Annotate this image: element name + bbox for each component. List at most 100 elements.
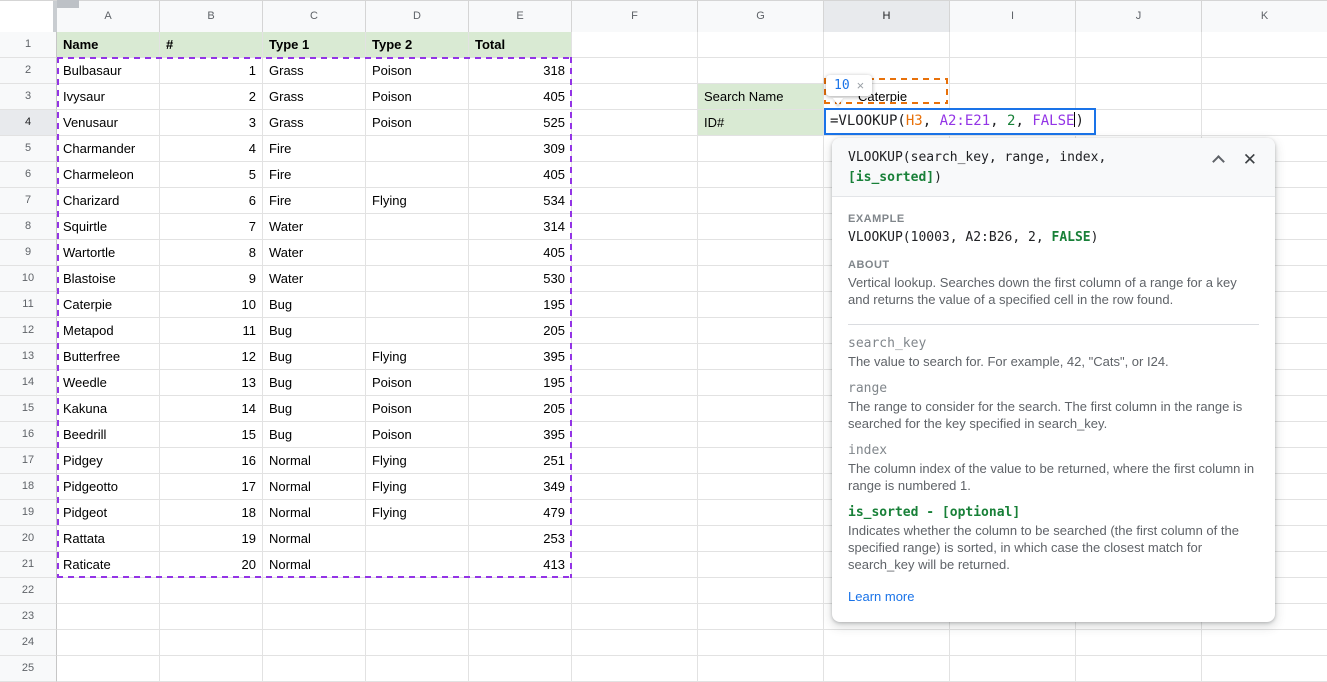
row-header-21[interactable]: 21	[0, 552, 57, 578]
cell-C21[interactable]: Normal	[263, 552, 366, 578]
cell-D2[interactable]: Poison	[366, 58, 469, 84]
cell-E11[interactable]: 195	[469, 292, 572, 318]
cell-B24[interactable]	[160, 630, 263, 656]
column-header-B[interactable]: B	[160, 1, 263, 32]
column-header-I[interactable]: I	[950, 1, 1076, 32]
cell-A14[interactable]: Weedle	[57, 370, 160, 396]
cell-F4[interactable]	[572, 110, 698, 136]
column-header-J[interactable]: J	[1076, 1, 1202, 32]
cell-F13[interactable]	[572, 344, 698, 370]
cell-D7[interactable]: Flying	[366, 188, 469, 214]
cell-D22[interactable]	[366, 578, 469, 604]
row-header-20[interactable]: 20	[0, 526, 57, 552]
cell-C8[interactable]: Water	[263, 214, 366, 240]
cell-B17[interactable]: 16	[160, 448, 263, 474]
cell-C15[interactable]: Bug	[263, 396, 366, 422]
cell-E24[interactable]	[469, 630, 572, 656]
column-header-G[interactable]: G	[698, 1, 824, 32]
cell-A4[interactable]: Venusaur	[57, 110, 160, 136]
cell-J24[interactable]	[1076, 630, 1202, 656]
cell-G24[interactable]	[698, 630, 824, 656]
chip-close-icon[interactable]: ×	[857, 79, 865, 92]
row-header-11[interactable]: 11	[0, 292, 57, 318]
cell-D21[interactable]	[366, 552, 469, 578]
cell-A13[interactable]: Butterfree	[57, 344, 160, 370]
row-header-14[interactable]: 14	[0, 370, 57, 396]
cell-E10[interactable]: 530	[469, 266, 572, 292]
cell-A16[interactable]: Beedrill	[57, 422, 160, 448]
cell-D3[interactable]: Poison	[366, 84, 469, 110]
cell-F18[interactable]	[572, 474, 698, 500]
cell-B23[interactable]	[160, 604, 263, 630]
cell-G7[interactable]	[698, 188, 824, 214]
row-header-15[interactable]: 15	[0, 396, 57, 422]
cell-C13[interactable]: Bug	[263, 344, 366, 370]
cell-B11[interactable]: 10	[160, 292, 263, 318]
collapse-chevron-icon[interactable]	[1212, 155, 1225, 168]
cell-C20[interactable]: Normal	[263, 526, 366, 552]
cell-D9[interactable]	[366, 240, 469, 266]
cell-D17[interactable]: Flying	[366, 448, 469, 474]
cell-F12[interactable]	[572, 318, 698, 344]
row-header-1[interactable]: 1	[0, 32, 57, 58]
cell-B5[interactable]: 4	[160, 136, 263, 162]
cell-C16[interactable]: Bug	[263, 422, 366, 448]
row-header-2[interactable]: 2	[0, 58, 57, 84]
row-header-4[interactable]: 4	[0, 110, 57, 136]
cell-E3[interactable]: 405	[469, 84, 572, 110]
cell-H25[interactable]	[824, 656, 950, 682]
cell-B2[interactable]: 1	[160, 58, 263, 84]
cell-G18[interactable]	[698, 474, 824, 500]
cell-D15[interactable]: Poison	[366, 396, 469, 422]
cell-F22[interactable]	[572, 578, 698, 604]
column-header-D[interactable]: D	[366, 1, 469, 32]
cell-D11[interactable]	[366, 292, 469, 318]
cell-A3[interactable]: Ivysaur	[57, 84, 160, 110]
cell-B22[interactable]	[160, 578, 263, 604]
cell-I2[interactable]	[950, 58, 1076, 84]
cell-C10[interactable]: Water	[263, 266, 366, 292]
row-header-10[interactable]: 10	[0, 266, 57, 292]
cell-B9[interactable]: 8	[160, 240, 263, 266]
cell-F7[interactable]	[572, 188, 698, 214]
cell-J25[interactable]	[1076, 656, 1202, 682]
cell-D14[interactable]: Poison	[366, 370, 469, 396]
cell-G11[interactable]	[698, 292, 824, 318]
cell-D20[interactable]	[366, 526, 469, 552]
cell-F10[interactable]	[572, 266, 698, 292]
cell-E20[interactable]: 253	[469, 526, 572, 552]
cell-B6[interactable]: 5	[160, 162, 263, 188]
cell-G6[interactable]	[698, 162, 824, 188]
cell-E9[interactable]: 405	[469, 240, 572, 266]
cell-E7[interactable]: 534	[469, 188, 572, 214]
cell-C4[interactable]: Grass	[263, 110, 366, 136]
cell-D23[interactable]	[366, 604, 469, 630]
cell-A12[interactable]: Metapod	[57, 318, 160, 344]
cell-I24[interactable]	[950, 630, 1076, 656]
cell-A2[interactable]: Bulbasaur	[57, 58, 160, 84]
cell-A11[interactable]: Caterpie	[57, 292, 160, 318]
cell-E4[interactable]: 525	[469, 110, 572, 136]
row-header-22[interactable]: 22	[0, 578, 57, 604]
cell-B21[interactable]: 20	[160, 552, 263, 578]
cell-C12[interactable]: Bug	[263, 318, 366, 344]
cell-E13[interactable]: 395	[469, 344, 572, 370]
row-header-9[interactable]: 9	[0, 240, 57, 266]
cell-C3[interactable]: Grass	[263, 84, 366, 110]
row-header-17[interactable]: 17	[0, 448, 57, 474]
cell-E5[interactable]: 309	[469, 136, 572, 162]
cell-F8[interactable]	[572, 214, 698, 240]
cell-F5[interactable]	[572, 136, 698, 162]
column-header-K[interactable]: K	[1202, 1, 1327, 32]
cell-E6[interactable]: 405	[469, 162, 572, 188]
cell-E16[interactable]: 395	[469, 422, 572, 448]
cell-D18[interactable]: Flying	[366, 474, 469, 500]
cell-C1[interactable]: Type 1	[263, 32, 366, 58]
cell-B16[interactable]: 15	[160, 422, 263, 448]
cell-I3[interactable]	[950, 84, 1076, 110]
cell-D13[interactable]: Flying	[366, 344, 469, 370]
cell-E1[interactable]: Total	[469, 32, 572, 58]
cell-G5[interactable]	[698, 136, 824, 162]
row-header-23[interactable]: 23	[0, 604, 57, 630]
cell-B12[interactable]: 11	[160, 318, 263, 344]
